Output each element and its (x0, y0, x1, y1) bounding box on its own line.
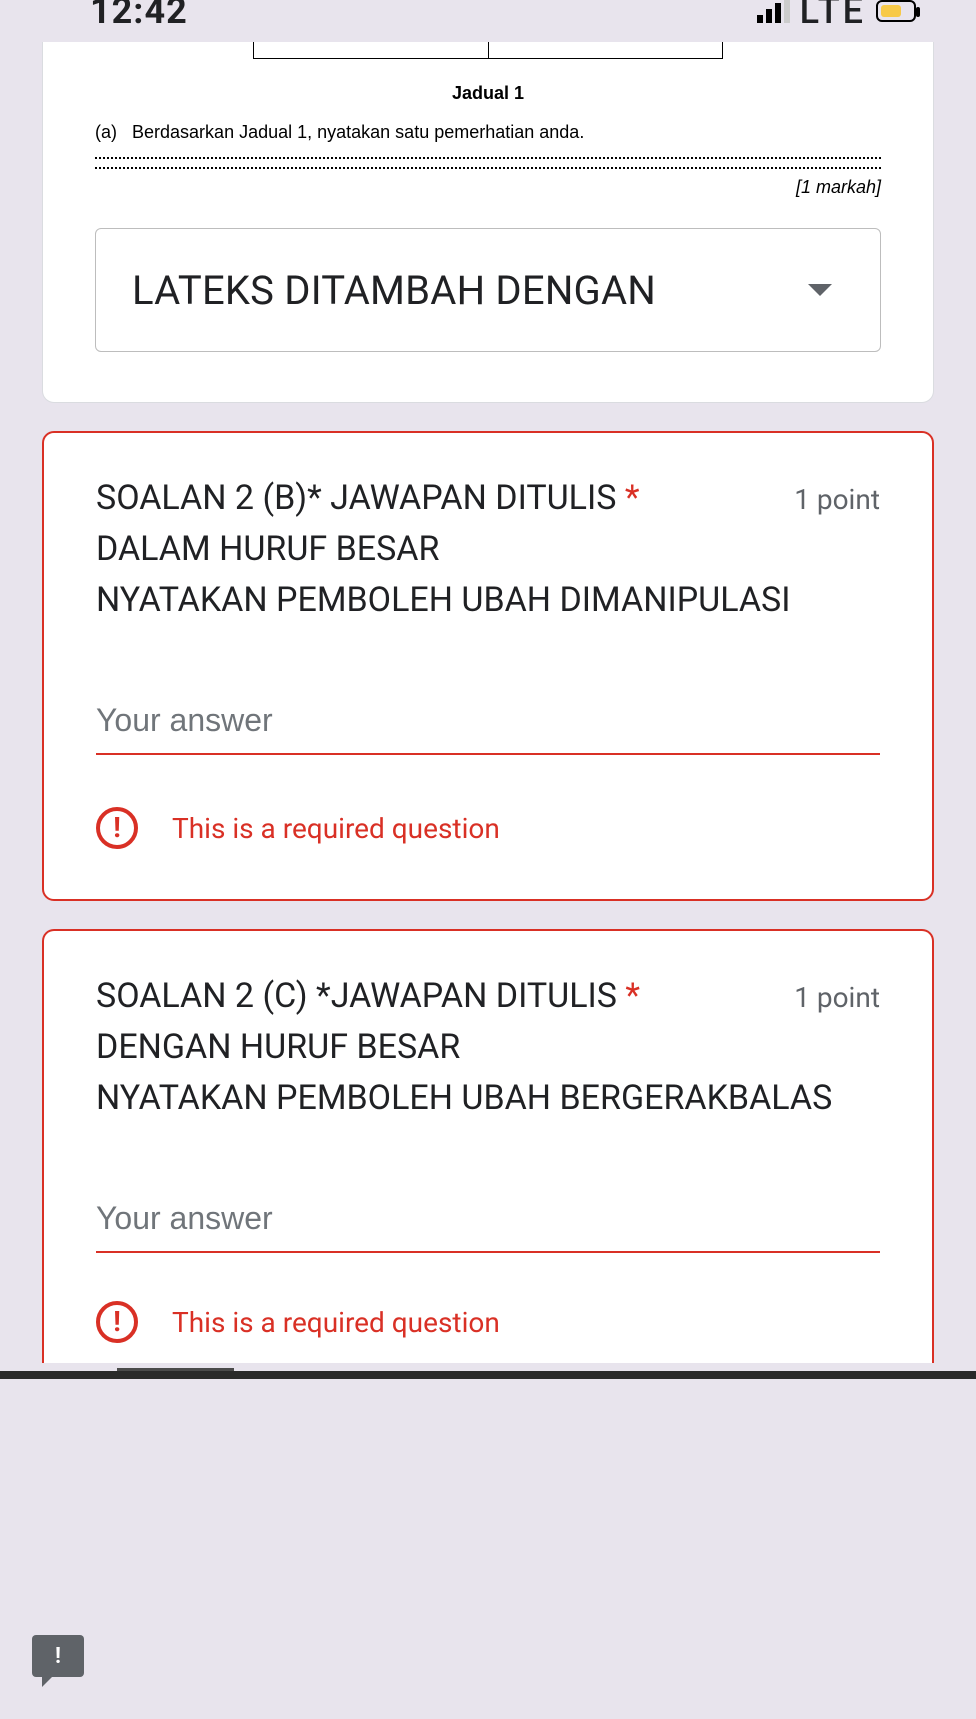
network-label: LTE (800, 0, 866, 32)
phone-status-bar: 12:42 LTE (0, 0, 976, 22)
feedback-button[interactable]: ! (32, 1635, 84, 1677)
exclamation-icon: ! (55, 1644, 61, 1669)
battery-icon (876, 0, 916, 22)
answer-input[interactable] (96, 696, 880, 755)
answer-line (95, 157, 881, 159)
error-icon: ! (96, 1301, 138, 1343)
question-image-area: Jadual 1 (a) Berdasarkan Jadual 1, nyata… (95, 42, 881, 198)
question-card-2a: Jadual 1 (a) Berdasarkan Jadual 1, nyata… (42, 42, 934, 403)
error-message: ! This is a required question (96, 1301, 880, 1343)
required-asterisk: * (625, 478, 640, 518)
points-label: 1 point (794, 977, 880, 1019)
error-icon: ! (96, 807, 138, 849)
table-caption: Jadual 1 (95, 83, 881, 104)
answer-line (95, 167, 881, 169)
table-row (253, 42, 723, 59)
signal-bars-icon (757, 0, 790, 23)
status-time: 12:42 (90, 0, 188, 32)
required-asterisk: * (625, 976, 640, 1016)
answer-input[interactable] (96, 1194, 880, 1253)
marks-label: [1 markah] (95, 177, 881, 198)
error-message: ! This is a required question (96, 807, 880, 849)
question-card-2b: SOALAN 2 (B)* JAWAPAN DITULIS * 1 point … (42, 431, 934, 901)
points-label: 1 point (794, 479, 880, 521)
question-title: SOALAN 2 (C) *JAWAPAN DITULIS * 1 point … (96, 971, 880, 1124)
answer-dropdown[interactable]: LATEKS DITAMBAH DENGAN (95, 228, 881, 352)
question-title: SOALAN 2 (B)* JAWAPAN DITULIS * 1 point … (96, 473, 880, 626)
part-a-prompt: (a) Berdasarkan Jadual 1, nyatakan satu … (95, 122, 881, 143)
dropdown-selected: LATEKS DITAMBAH DENGAN (132, 267, 656, 314)
question-card-2c: SOALAN 2 (C) *JAWAPAN DITULIS * 1 point … (42, 929, 934, 1363)
status-right: LTE (757, 0, 916, 32)
chevron-down-icon (808, 284, 832, 296)
nav-bar (0, 1371, 976, 1379)
